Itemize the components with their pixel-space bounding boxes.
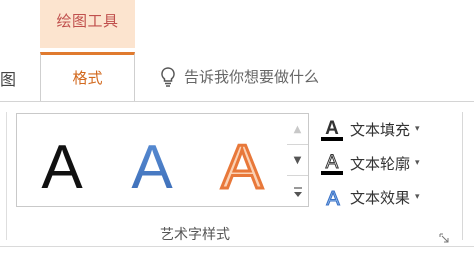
tab-view-partial[interactable]: 图 [0,66,16,90]
text-fill-button[interactable]: A 文本填充 ▾ [318,114,420,144]
group-label-wordart-styles: 艺术字样式 [160,227,230,243]
text-fill-icon: A [321,118,343,141]
dialog-launcher-icon[interactable] [439,233,449,243]
gallery-scroll-column: ▲ ▼ [287,113,309,207]
gallery-more-button[interactable] [287,176,308,207]
tell-me-search[interactable]: 告诉我你想要做什么 [184,66,319,87]
ribbon-bottom-border [0,246,474,247]
wordart-glyph: A [41,133,83,198]
group-divider-right [462,112,463,240]
svg-text:A: A [325,118,339,139]
lightbulb-icon[interactable] [158,66,178,88]
tab-format-label: 格式 [72,69,103,87]
gallery-scroll-up-button[interactable]: ▲ [287,114,308,145]
svg-text:A: A [326,188,340,210]
wordart-glyph: A [131,133,173,198]
text-effects-dropdown-icon[interactable]: ▾ [415,192,420,202]
wordart-glyph: A [221,133,263,198]
text-outline-label: 文本轮廓 [350,154,411,173]
wordart-style-gallery: A A A [16,113,288,207]
group-divider-left [6,112,7,240]
text-effects-label: 文本效果 [350,188,411,207]
context-tab-title: 绘图工具 [56,12,119,30]
wordart-style-blue[interactable]: A [117,128,187,198]
gallery-scroll-down-button[interactable]: ▼ [287,145,308,176]
text-effects-icon: A [326,187,341,210]
tab-format[interactable]: 格式 [40,52,135,102]
drawing-tools-context-header: 绘图工具 [40,0,135,48]
wordart-style-orange[interactable]: A [207,128,277,199]
text-fill-label: 文本填充 [350,120,411,139]
text-fill-dropdown-icon[interactable]: ▾ [415,124,420,134]
text-effects-button[interactable]: A 文本效果 ▾ [318,182,420,212]
svg-text:A: A [326,152,339,173]
ribbon-top-border [0,101,474,102]
text-outline-icon: A [321,152,343,175]
text-outline-button[interactable]: A 文本轮廓 ▾ [318,148,420,178]
text-outline-dropdown-icon[interactable]: ▾ [415,158,420,168]
expand-gallery-icon [293,186,302,197]
wordart-style-black[interactable]: A [27,128,97,198]
